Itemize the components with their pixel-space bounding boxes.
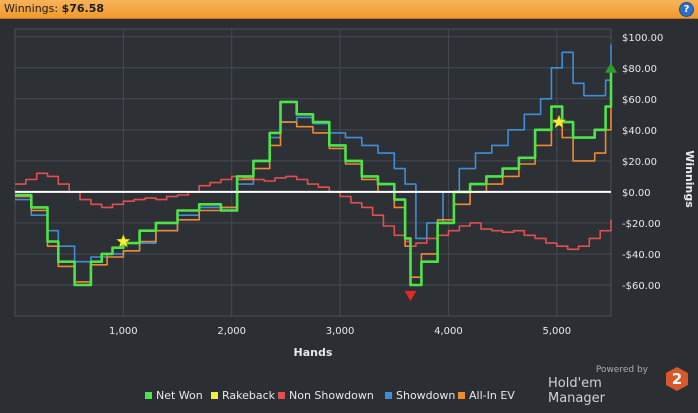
legend-item-non-showdown: Non Showdown (278, 389, 374, 402)
legend-item-rakeback: Rakeback (211, 389, 276, 402)
legend-label: Showdown (396, 389, 455, 402)
x-tick-label: 3,000 (326, 326, 355, 337)
plot-area (14, 28, 612, 317)
winnings-summary: Winnings: $76.58 (4, 2, 104, 15)
y-tick-label: $40.00 (622, 126, 657, 137)
x-tick-label: 4,000 (434, 326, 463, 337)
legend-swatch (458, 392, 465, 399)
x-tick-label: 2,000 (217, 326, 246, 337)
chart-svg: $100.00 $80.00 $60.00 $40.00 $20.00 $0.00 -$20… (14, 28, 696, 402)
legend-swatch (385, 392, 392, 399)
y-tick-label: $80.00 (622, 64, 657, 75)
hm2-logo-icon: 2 (666, 367, 688, 391)
title-bar: Winnings: $76.58 ? (0, 0, 698, 19)
legend-item-all-in-ev: All-In EV (458, 389, 515, 402)
y-tick-label: -$40.00 (622, 250, 661, 261)
y-tick-label: $100.00 (622, 33, 663, 44)
x-tick-label: 5,000 (542, 326, 571, 337)
y-tick-label: -$20.00 (622, 219, 661, 230)
legend: Net Won Rakeback Non Showdown Showdown All-I… (145, 389, 515, 402)
help-icon[interactable]: ? (679, 2, 694, 17)
legend-item-showdown: Showdown (385, 389, 455, 402)
product-name: Hold'em Manager (548, 376, 605, 406)
winnings-label: Winnings: (4, 2, 59, 15)
winnings-amount: $76.58 (61, 2, 105, 15)
y-axis-label: Winnings (683, 150, 696, 208)
y-tick-label: $60.00 (622, 95, 657, 106)
legend-label: Net Won (156, 389, 203, 402)
legend-swatch (145, 392, 152, 399)
legend-label: Non Showdown (289, 389, 374, 402)
legend-swatch (211, 392, 218, 399)
legend-swatch (278, 392, 285, 399)
y-tick-label: $0.00 (622, 188, 651, 199)
legend-label: All-In EV (469, 389, 515, 402)
legend-item-net-won: Net Won (145, 389, 203, 402)
x-axis-label: Hands (294, 346, 333, 359)
winnings-chart: $100.00 $80.00 $60.00 $40.00 $20.00 $0.00 -$20… (0, 19, 698, 409)
y-tick-label: $20.00 (622, 157, 657, 168)
powered-by-text: Powered by (595, 365, 648, 375)
y-tick-label: -$60.00 (622, 281, 661, 292)
x-tick-label: 1,000 (109, 326, 138, 337)
legend-label: Rakeback (222, 389, 276, 402)
branding: Powered by Hold'em Manager 2 (548, 363, 688, 406)
